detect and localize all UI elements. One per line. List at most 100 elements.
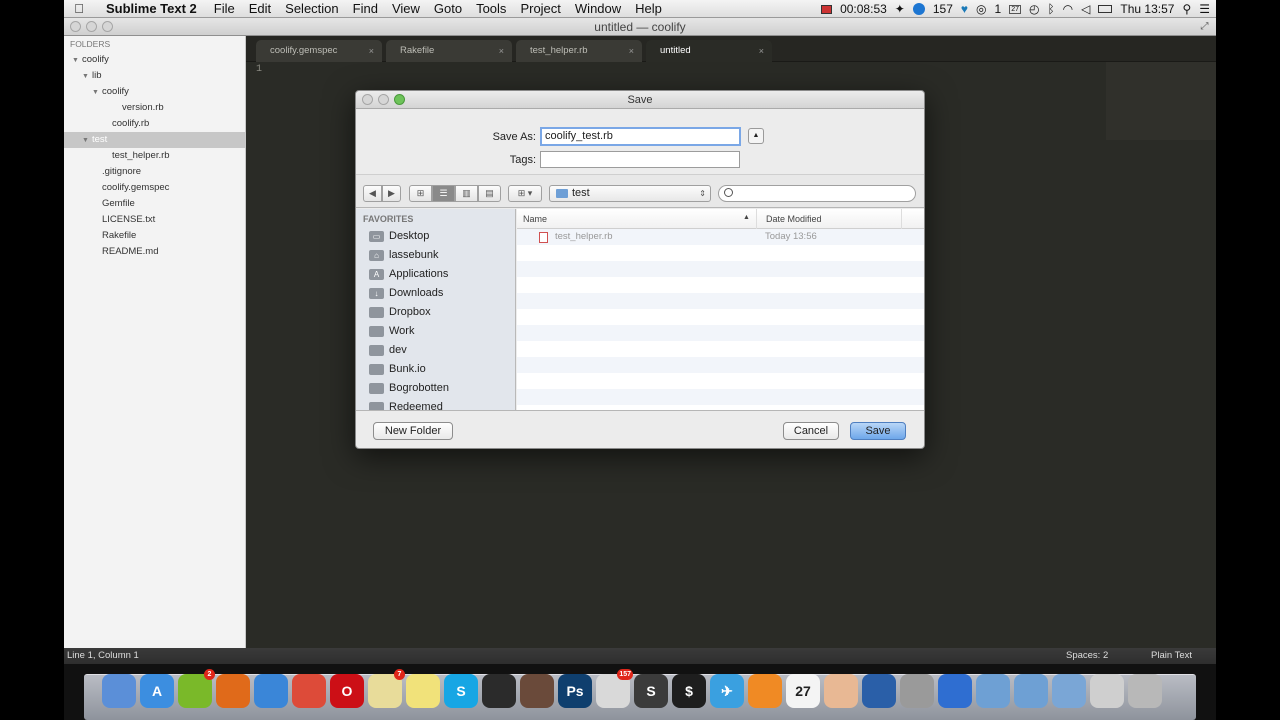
sidebar-tree-item[interactable]: version.rb [64,100,245,116]
tab-rakefile[interactable]: Rakefile × [386,40,512,62]
twitter-icon[interactable]: ✈ [710,674,744,708]
charts-icon[interactable] [748,674,782,708]
expand-dialog-button[interactable]: ▲ [748,128,764,144]
activity-monitor-icon[interactable] [482,674,516,708]
menu-tools[interactable]: Tools [476,1,506,16]
save-button[interactable]: Save [850,422,906,440]
menu-view[interactable]: View [392,1,420,16]
coverflow-view-button[interactable]: ▤ [478,185,501,202]
wifi-icon[interactable]: ◠ [1063,2,1073,16]
volume-icon[interactable]: ◁ [1081,2,1090,16]
tab-close-icon[interactable]: × [369,40,374,62]
dialog-minimize-button[interactable] [378,94,389,105]
disclosure-arrow-icon[interactable]: ▼ [92,85,102,101]
favorite-item[interactable]: A Applications [356,265,515,284]
opera-icon[interactable]: O [330,674,364,708]
dialog-zoom-button[interactable] [394,94,405,105]
table-row[interactable]: test_helper.rb Today 13:56 [517,229,924,245]
favorite-item[interactable]: Dropbox [356,303,515,322]
sidebar-tree-item[interactable]: Gemfile [64,196,245,212]
calendar-icon[interactable]: 27 [1009,4,1021,14]
tab-close-icon[interactable]: × [759,40,764,62]
back-button[interactable]: ◀ [363,185,382,202]
list-view-button[interactable]: ☰ [432,185,455,202]
menu-find[interactable]: Find [353,1,378,16]
tab-close-icon[interactable]: × [629,40,634,62]
column-view-button[interactable]: ▥ [455,185,478,202]
spotlight-icon[interactable]: ⚲ [1182,2,1191,16]
stickies-icon[interactable]: 7 [368,669,405,708]
itunes-icon[interactable] [938,674,972,708]
indentation-setting[interactable]: Spaces: 2 [1066,648,1108,664]
folder-stack-icon[interactable] [1014,674,1048,708]
folder-stack-icon[interactable] [976,674,1010,708]
save-as-field[interactable]: coolify_test.rb [540,127,741,146]
dropbox-icon[interactable]: ✦ [895,2,905,16]
cancel-button[interactable]: Cancel [783,422,839,440]
forward-button[interactable]: ▶ [382,185,401,202]
sidebar-tree-item[interactable]: .gitignore [64,164,245,180]
safari-icon[interactable] [254,674,288,708]
trash-icon[interactable] [1128,674,1162,708]
eye-icon[interactable]: ◎ [976,2,986,16]
minimize-window-button[interactable] [86,21,97,32]
close-window-button[interactable] [70,21,81,32]
sidebar-tree-item[interactable]: test_helper.rb [64,148,245,164]
recording-icon[interactable] [821,4,833,14]
sparrow-icon[interactable]: 157 [596,669,633,708]
date-column-header[interactable]: Date Modified [766,214,822,224]
sidebar-tree-item[interactable]: coolify.gemspec [64,180,245,196]
menu-selection[interactable]: Selection [285,1,338,16]
printer-icon[interactable] [1090,674,1124,708]
favorite-item[interactable]: Redeemed [356,398,515,410]
sidebar-tree-item[interactable]: Rakefile [64,228,245,244]
sidebar-tree-item[interactable]: README.md [64,244,245,260]
location-popup[interactable]: test ⇕ [549,185,711,202]
menu-edit[interactable]: Edit [249,1,271,16]
tags-field[interactable] [540,151,740,168]
sidebar-tree-item[interactable]: LICENSE.txt [64,212,245,228]
app-store-icon[interactable]: A [140,674,174,708]
disclosure-arrow-icon[interactable]: ▼ [82,69,92,85]
favorite-item[interactable]: ⌂ lassebunk [356,246,515,265]
arrange-button[interactable]: ⊞ ▾ [508,185,542,202]
finder-icon[interactable] [102,674,136,708]
favorite-item[interactable]: Bunk.io [356,360,515,379]
spotlight-badge[interactable]: 1 [995,2,1002,16]
notes-icon[interactable] [406,674,440,708]
dialog-close-button[interactable] [362,94,373,105]
firefox-icon[interactable] [216,674,250,708]
mask-icon[interactable] [520,674,554,708]
menu-project[interactable]: Project [520,1,560,16]
bluetooth-icon[interactable]: ᛒ [1047,2,1054,16]
tab-test-helper[interactable]: test_helper.rb × [516,40,642,62]
syntax-setting[interactable]: Plain Text [1151,648,1192,664]
spotify-icon[interactable]: 2 [178,669,215,708]
calculator-icon[interactable] [900,674,934,708]
menu-goto[interactable]: Goto [434,1,462,16]
menu-window[interactable]: Window [575,1,621,16]
zoom-window-button[interactable] [102,21,113,32]
applications-stack-icon[interactable] [1052,674,1086,708]
clock[interactable]: Thu 13:57 [1120,2,1174,16]
chrome-icon[interactable] [292,674,326,708]
sublime-text-icon[interactable]: S [634,674,668,708]
search-input[interactable] [718,185,916,202]
battery-icon[interactable] [1098,5,1113,13]
sidebar-tree-item[interactable]: coolify.rb [64,116,245,132]
notification-icon[interactable] [912,3,925,15]
virtualbox-icon[interactable] [862,674,896,708]
terminal-icon[interactable]: $ [672,674,706,708]
sidebar-tree-item[interactable]: ▼ coolify [64,52,245,68]
sidebar-tree-item[interactable]: ▼ coolify [64,84,245,100]
tab-coolify-gemspec[interactable]: coolify.gemspec × [256,40,382,62]
favorite-item[interactable]: ↓ Downloads [356,284,515,303]
sidebar-tree-item[interactable]: ▼ lib [64,68,245,84]
apple-menu-icon[interactable]:  [64,1,94,16]
notification-center-icon[interactable]: ☰ [1199,2,1210,16]
menu-app-name[interactable]: Sublime Text 2 [106,1,197,16]
icon-view-button[interactable]: ⊞ [409,185,432,202]
nerd-icon[interactable] [824,674,858,708]
disclosure-arrow-icon[interactable]: ▼ [82,133,92,149]
favorite-item[interactable]: dev [356,341,515,360]
